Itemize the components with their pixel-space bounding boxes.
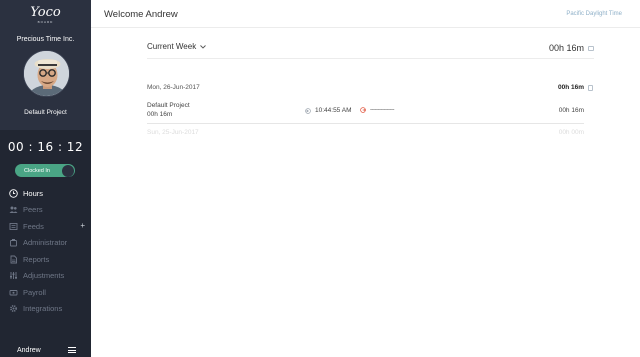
week-summary-row: Current Week 00h 16m [147,41,594,59]
gear-icon [9,304,18,313]
logo[interactable]: Yoco BOARD [0,0,91,30]
sidebar-item-payroll[interactable]: Payroll [0,284,91,301]
sidebar-item-reports[interactable]: Reports [0,251,91,268]
time-entry-row[interactable]: Default Project 00h 16m 10:44:55 AM ----… [147,102,584,124]
week-selector[interactable]: Current Week [147,42,207,51]
report-icon [9,255,18,264]
app-root: Yoco BOARD Precious Time Inc. Default Pr… [0,0,640,357]
sidebar-item-adjustments[interactable]: Adjustments [0,268,91,285]
day-date: Mon, 26-Jun-2017 [147,84,200,91]
sidebar-item-label: Administrator [23,238,68,248]
clock-icon [9,189,18,198]
sidebar-item-label: Feeds [23,221,44,231]
sidebar-footer: Andrew [0,343,91,357]
sidebar: Yoco BOARD Precious Time Inc. Default Pr… [0,0,91,357]
export-icon[interactable] [588,46,594,51]
week-total-hours: 00h 16m [548,43,584,53]
avatar-photo [24,51,69,96]
people-icon [9,205,18,214]
entry-clock-in[interactable]: 10:44:55 AM [305,107,352,114]
entry-clock-out-time: ---------------- [370,107,394,113]
sidebar-item-label: Payroll [23,287,46,297]
timezone-link[interactable]: Pacific Daylight Time [566,11,622,17]
sidebar-item-administrator[interactable]: Administrator [0,235,91,252]
sidebar-item-label: Reports [23,254,50,264]
current-user-name[interactable]: Andrew [17,347,41,354]
day-header-row: Sun, 25-Jun-2017 00h 00m [147,129,584,139]
sidebar-item-label: Peers [23,205,43,215]
feed-icon [9,222,18,231]
adjust-icon [9,271,18,280]
logo-subtitle: BOARD [37,19,54,24]
add-feed-button[interactable]: + [80,221,85,230]
clock-in-toggle[interactable]: Clocked In [15,164,75,177]
sidebar-item-peers[interactable]: Peers [0,202,91,219]
entry-duration: 00h 16m [147,111,173,118]
day-header-row: Mon, 26-Jun-2017 00h 16m [147,84,594,95]
entry-total-hours: 00h 16m [558,107,584,114]
week-selector-label: Current Week [147,42,197,51]
sidebar-item-label: Hours [23,188,44,198]
payroll-icon [9,288,18,297]
menu-icon[interactable] [68,347,76,353]
day-total-hours: 00h 00m [558,129,584,136]
day-date: Sun, 25-Jun-2017 [147,129,199,136]
clock-status-label: Clocked In [24,167,50,174]
clock-in-icon [305,107,311,114]
logo-wordmark: Yoco [30,4,61,20]
sidebar-item-label: Adjustments [23,271,65,281]
entry-project-name: Default Project [147,102,190,109]
sidebar-item-label: Integrations [23,304,63,314]
clock-timer: 00 : 16 : 12 [7,140,84,154]
toggle-knob [62,164,74,177]
top-bar: Welcome Andrew Pacific Daylight Time [91,0,640,28]
entry-clock-out[interactable]: ---------------- [360,107,394,113]
avatar[interactable] [23,50,70,97]
day-total-hours: 00h 16m [557,84,584,91]
current-project-name: Default Project [24,109,67,116]
chevron-down-icon [200,42,207,51]
admin-icon [9,238,18,247]
page-title: Welcome Andrew [104,9,178,20]
clock-out-icon [360,107,366,113]
organization-name: Precious Time Inc. [16,36,75,43]
sidebar-item-integrations[interactable]: Integrations [0,301,91,318]
sidebar-nav: Hours Peers Feeds + Administrator Report… [0,185,91,317]
note-icon[interactable] [588,85,593,91]
sidebar-item-feeds[interactable]: Feeds + [0,218,91,235]
entry-clock-in-time: 10:44:55 AM [315,107,352,114]
sidebar-item-hours[interactable]: Hours [0,185,91,202]
